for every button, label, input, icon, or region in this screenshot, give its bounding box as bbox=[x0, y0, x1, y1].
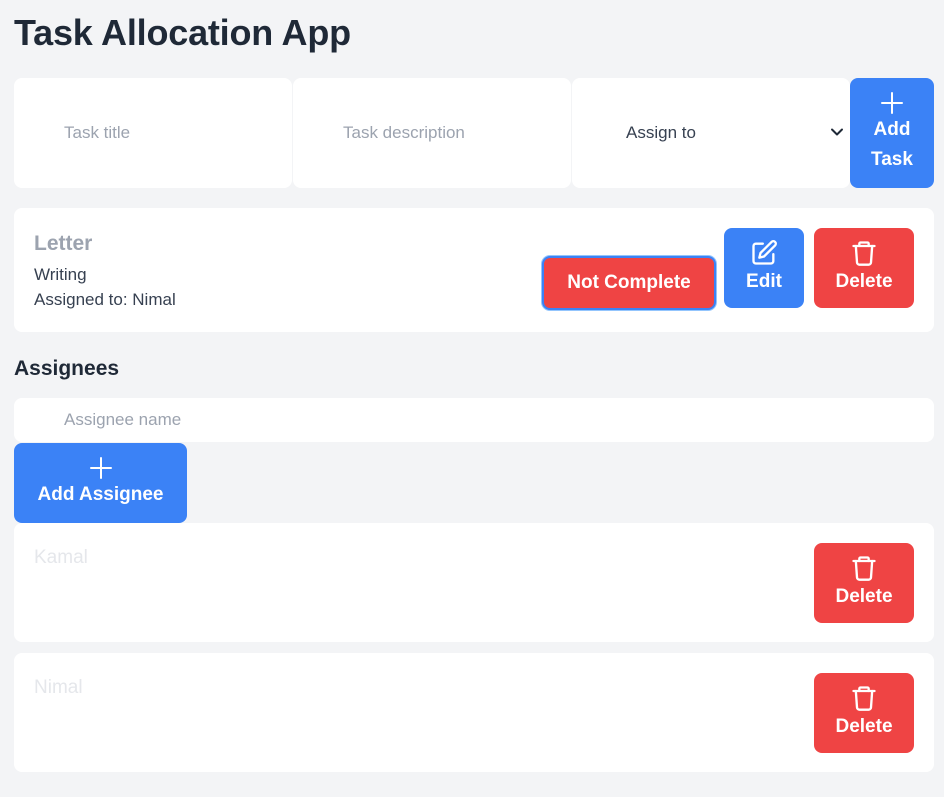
task-description-input[interactable]: Task description bbox=[293, 78, 571, 188]
edit-task-button[interactable]: Edit bbox=[724, 228, 804, 308]
add-assignee-button[interactable]: Add Assignee bbox=[14, 443, 187, 523]
assignee-name: Kamal bbox=[34, 547, 88, 568]
add-task-label: Add Task bbox=[871, 119, 913, 170]
trash-icon bbox=[852, 686, 876, 711]
task-description: Writing bbox=[34, 265, 87, 284]
toggle-complete-label: Not Complete bbox=[567, 272, 691, 293]
add-task-button[interactable]: Add Task bbox=[850, 78, 934, 188]
task-card: Letter Writing Assigned to: Nimal Not Co… bbox=[14, 208, 934, 332]
add-assignee-label: Add Assignee bbox=[37, 484, 164, 505]
assign-to-select[interactable]: Assign to bbox=[572, 78, 850, 188]
delete-assignee-button[interactable]: Delete bbox=[814, 543, 914, 623]
assign-to-value: Assign to bbox=[626, 123, 696, 142]
delete-assignee-button[interactable]: Delete bbox=[814, 673, 914, 753]
page-title: Task Allocation App bbox=[14, 12, 351, 53]
task-assignee: Assigned to: Nimal bbox=[34, 290, 176, 309]
assignee-name: Nimal bbox=[34, 677, 83, 698]
assignee-card: Nimal Delete bbox=[14, 653, 934, 772]
plus-icon bbox=[881, 92, 903, 114]
task-title-placeholder: Task title bbox=[64, 123, 131, 142]
toggle-complete-button[interactable]: Not Complete bbox=[542, 256, 716, 310]
chevron-down-icon bbox=[831, 128, 843, 136]
trash-icon bbox=[852, 556, 876, 581]
task-form: Task title Task description Assign to Ad… bbox=[14, 78, 934, 188]
assignees-heading: Assignees bbox=[14, 357, 120, 380]
assignee-name-input[interactable]: Assignee name bbox=[14, 398, 934, 442]
trash-icon bbox=[852, 241, 876, 266]
task-description-placeholder: Task description bbox=[343, 123, 465, 142]
task-title-input[interactable]: Task title bbox=[14, 78, 292, 188]
task-title: Letter bbox=[34, 232, 93, 255]
assignee-card: Kamal Delete bbox=[14, 523, 934, 642]
edit-task-label: Edit bbox=[746, 271, 782, 292]
plus-icon bbox=[89, 457, 112, 479]
delete-assignee-label: Delete bbox=[835, 586, 893, 607]
delete-task-label: Delete bbox=[835, 271, 893, 292]
delete-assignee-label: Delete bbox=[835, 716, 893, 737]
edit-icon bbox=[752, 240, 777, 265]
delete-task-button[interactable]: Delete bbox=[814, 228, 914, 308]
assignee-name-placeholder: Assignee name bbox=[64, 410, 182, 429]
